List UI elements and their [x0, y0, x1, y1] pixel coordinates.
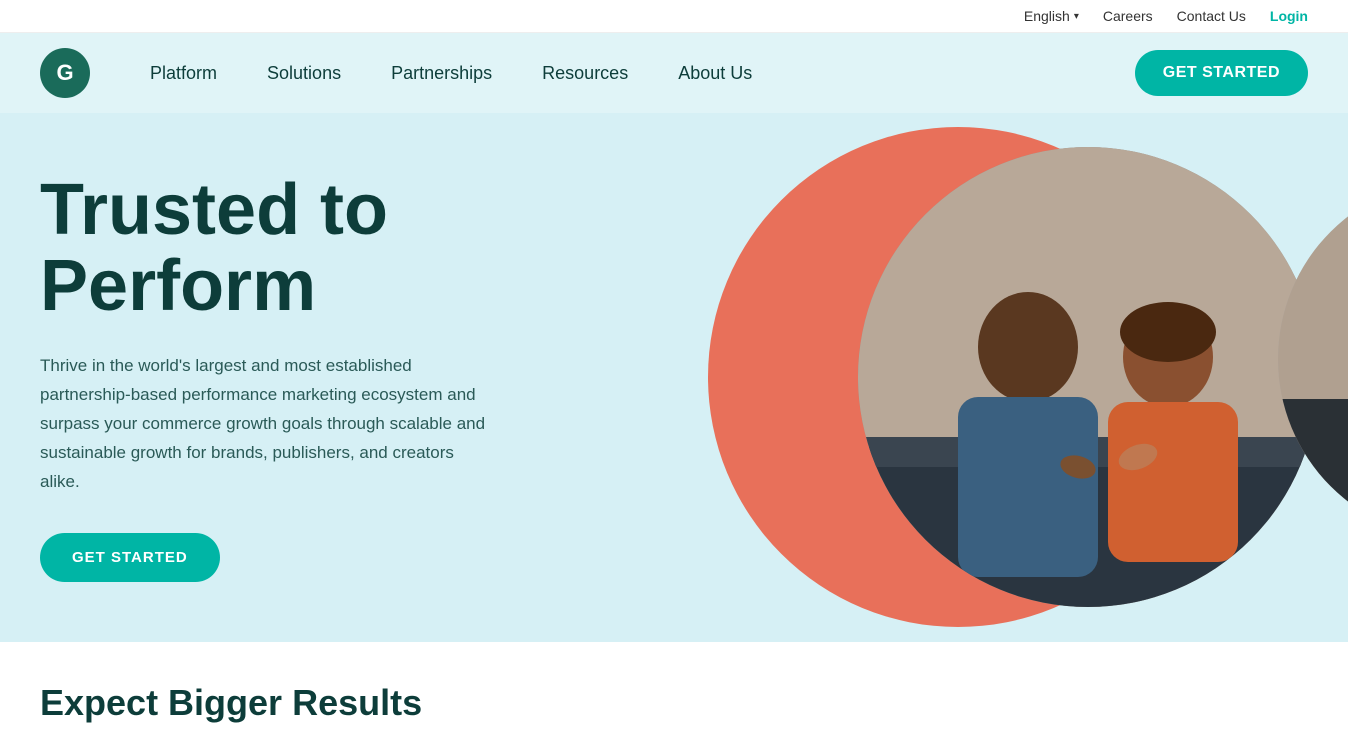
- logo-letter: G: [56, 60, 73, 86]
- hero-section: Trusted to Perform Thrive in the world's…: [0, 113, 1348, 642]
- nav-get-started-button[interactable]: GET STARTED: [1135, 50, 1308, 96]
- language-label: English: [1024, 8, 1070, 24]
- nav-partnerships[interactable]: Partnerships: [391, 63, 492, 84]
- logo[interactable]: G: [40, 48, 90, 98]
- language-selector[interactable]: English ▾: [1024, 8, 1079, 24]
- nav-platform[interactable]: Platform: [150, 63, 217, 84]
- language-chevron-icon: ▾: [1074, 11, 1079, 22]
- nav-solutions[interactable]: Solutions: [267, 63, 341, 84]
- main-nav: G Platform Solutions Partnerships Resour…: [0, 33, 1348, 113]
- top-bar: English ▾ Careers Contact Us Login: [0, 0, 1348, 33]
- bottom-teaser-title: Expect Bigger Results: [40, 682, 1308, 724]
- hero-title-line2: Perform: [40, 246, 316, 326]
- contact-us-link[interactable]: Contact Us: [1177, 8, 1246, 24]
- login-link[interactable]: Login: [1270, 8, 1308, 24]
- nav-about-us[interactable]: About Us: [678, 63, 752, 84]
- hero-title: Trusted to Perform: [40, 173, 490, 324]
- hero-photo-circle-1: [858, 147, 1318, 607]
- hero-text: Trusted to Perform Thrive in the world's…: [40, 173, 490, 582]
- hero-description: Thrive in the world's largest and most e…: [40, 352, 490, 496]
- careers-link[interactable]: Careers: [1103, 8, 1153, 24]
- nav-links: Platform Solutions Partnerships Resource…: [150, 63, 1135, 84]
- nav-resources[interactable]: Resources: [542, 63, 628, 84]
- hero-get-started-button[interactable]: GET STARTED: [40, 533, 220, 582]
- hero-photo-svg: [858, 147, 1318, 607]
- hero-title-line1: Trusted to: [40, 170, 388, 250]
- bottom-teaser: Expect Bigger Results: [0, 642, 1348, 734]
- hero-visuals: [708, 113, 1348, 642]
